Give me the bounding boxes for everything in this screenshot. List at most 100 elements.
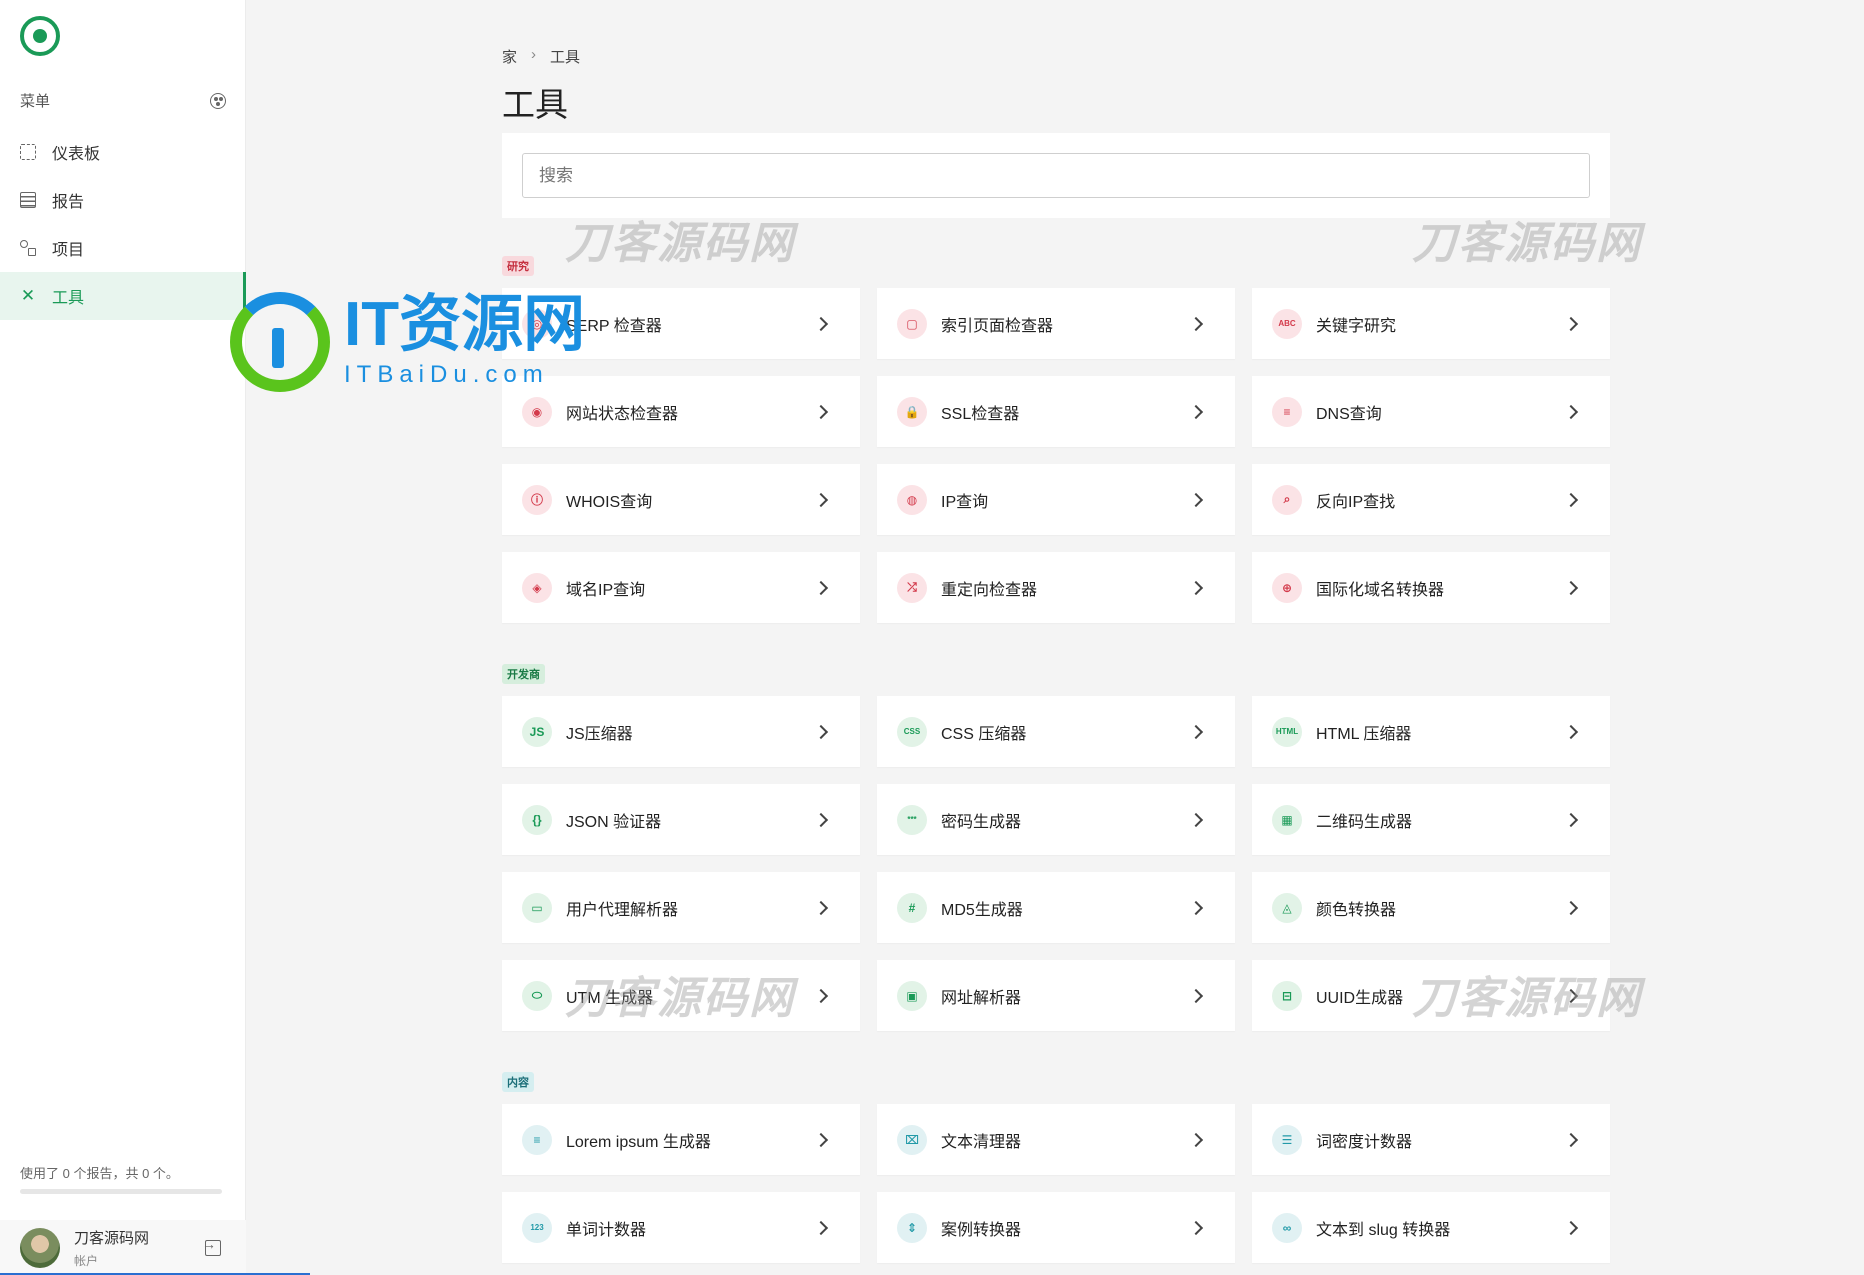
app-logo[interactable] — [20, 16, 60, 56]
tool-card-label: HTML 压缩器 — [1316, 725, 1412, 743]
tool-card[interactable]: ☰ 词密度计数器 — [1252, 1104, 1610, 1175]
globe-icon: ⊕ — [1272, 572, 1302, 603]
lock-icon: 🔒 — [897, 396, 927, 427]
chevron-right-icon — [1563, 580, 1579, 595]
tool-card[interactable]: ≡ Lorem ipsum 生成器 — [502, 1104, 860, 1175]
chevron-right-icon — [813, 724, 829, 739]
tool-card[interactable]: HTML HTML 压缩器 — [1252, 696, 1610, 767]
sidebar-item-reports[interactable]: 报告 — [0, 176, 246, 224]
sidebar-item-label: 工具 — [52, 290, 85, 307]
page-title: 工具 — [502, 86, 568, 123]
sidebar: 菜单 仪表板 报告 项目 ✕ 工具 使用了 0 个报告，共 0 个。 刀客源码网… — [0, 0, 310, 1275]
chevron-right-icon — [1188, 724, 1204, 739]
server-icon: ≡ — [1272, 396, 1302, 427]
tool-card[interactable]: 🔒 SSL检查器 — [877, 376, 1235, 447]
avatar[interactable] — [20, 1227, 60, 1268]
brand-sub-text: ITBaiDu.com — [344, 361, 549, 388]
tool-card[interactable]: ≡ DNS查询 — [1252, 376, 1610, 447]
chevron-right-icon: › — [531, 46, 537, 63]
sidebar-nav: 仪表板 报告 项目 ✕ 工具 — [0, 128, 246, 320]
tool-card[interactable]: ▣ 网址解析器 — [877, 960, 1235, 1031]
tool-card[interactable]: ⤮ 重定向检查器 — [877, 552, 1235, 623]
tool-card[interactable]: ∞ 文本到 slug 转换器 — [1252, 1192, 1610, 1263]
chevron-right-icon — [1563, 724, 1579, 739]
tool-card[interactable]: ▢ 索引页面检查器 — [877, 288, 1235, 359]
sidebar-item-label: 报告 — [52, 194, 85, 211]
search-icon: ⌕ — [1272, 484, 1302, 515]
tool-card[interactable]: ⓘ WHOIS查询 — [502, 464, 860, 535]
logout-icon[interactable] — [202, 1236, 221, 1256]
tool-card[interactable]: ⊕ 国际化域名转换器 — [1252, 552, 1610, 623]
chevron-right-icon — [813, 812, 829, 827]
password-icon: *** — [897, 804, 927, 835]
tool-card[interactable]: ⌕ 反向IP查找 — [1252, 464, 1610, 535]
tool-card[interactable]: {} JSON 验证器 — [502, 784, 860, 855]
chevron-right-icon — [1188, 988, 1204, 1003]
list-icon — [20, 192, 36, 208]
tool-card-label: 域名IP查询 — [566, 581, 646, 599]
tool-card-label: WHOIS查询 — [566, 493, 653, 511]
tool-card[interactable]: ⌧ 文本清理器 — [877, 1104, 1235, 1175]
account-subtitle: 帐户 — [74, 1253, 99, 1268]
section-tag-research: 研究 — [502, 256, 534, 276]
tool-card-label: Lorem ipsum 生成器 — [566, 1133, 711, 1151]
chevron-right-icon — [1188, 1220, 1204, 1235]
chevron-right-icon — [813, 900, 829, 915]
brand-logo-icon — [230, 292, 330, 392]
tool-card[interactable]: ▭ 用户代理解析器 — [502, 872, 860, 943]
chevron-right-icon — [1188, 580, 1204, 595]
usage-text: 使用了 0 个报告，共 0 个。 — [20, 1166, 179, 1181]
chevron-right-icon — [813, 580, 829, 595]
account-panel[interactable]: 刀客源码网 帐户 — [0, 1220, 310, 1275]
chevron-right-icon — [1188, 900, 1204, 915]
target-icon: ◈ — [522, 572, 552, 603]
tool-card-label: 文本到 slug 转换器 — [1316, 1221, 1451, 1239]
tool-card-label: SERP 检查器 — [566, 317, 662, 335]
tool-card[interactable]: 123 单词计数器 — [502, 1192, 860, 1263]
shuffle-icon: ⤮ — [897, 572, 927, 603]
tool-card-label: CSS 压缩器 — [941, 725, 1027, 743]
chevron-right-icon — [1563, 900, 1579, 915]
watermark: 刀客源码网 — [565, 219, 795, 268]
tool-card[interactable]: ▦ 二维码生成器 — [1252, 784, 1610, 855]
case-icon: ⇕ — [897, 1212, 927, 1243]
browser-icon: ▭ — [522, 892, 552, 923]
chevron-right-icon — [1188, 316, 1204, 331]
tool-card[interactable]: JS JS压缩器 — [502, 696, 860, 767]
chevron-right-icon — [813, 1220, 829, 1235]
palette-icon[interactable] — [210, 92, 226, 109]
tool-card-label: IP查询 — [941, 493, 989, 511]
tool-card[interactable]: ◍ IP查询 — [877, 464, 1235, 535]
breadcrumb-current: 工具 — [550, 49, 581, 66]
index-page-icon: ▢ — [897, 308, 927, 339]
sidebar-item-projects[interactable]: 项目 — [0, 224, 246, 272]
tool-card[interactable]: CSS CSS 压缩器 — [877, 696, 1235, 767]
tool-card[interactable]: # MD5生成器 — [877, 872, 1235, 943]
tool-card-label: 网站状态检查器 — [566, 405, 679, 423]
search-input[interactable] — [522, 153, 1590, 198]
tool-card[interactable]: ◬ 颜色转换器 — [1252, 872, 1610, 943]
grid-icon — [20, 144, 36, 160]
watermark: 刀客源码网 — [1412, 974, 1642, 1023]
breadcrumb-home[interactable]: 家 — [502, 46, 517, 67]
tool-card-label: JS压缩器 — [566, 725, 633, 743]
menu-header: 菜单 — [20, 90, 226, 111]
abc-icon: ABC — [1272, 308, 1302, 339]
link-icon: ∞ — [1272, 1212, 1302, 1243]
chevron-right-icon — [1563, 1220, 1579, 1235]
sidebar-item-label: 仪表板 — [52, 146, 101, 163]
qr-code-icon: ▦ — [1272, 804, 1302, 835]
sidebar-item-tools[interactable]: ✕ 工具 — [0, 272, 246, 320]
tool-card[interactable]: *** 密码生成器 — [877, 784, 1235, 855]
chevron-right-icon — [1188, 812, 1204, 827]
tool-card[interactable]: ABC 关键字研究 — [1252, 288, 1610, 359]
tool-card[interactable]: ⇕ 案例转换器 — [877, 1192, 1235, 1263]
tool-card[interactable]: ◈ 域名IP查询 — [502, 552, 860, 623]
tool-card-label: 索引页面检查器 — [941, 317, 1054, 335]
lines-icon: ≡ — [522, 1124, 552, 1155]
tool-card-label: 关键字研究 — [1316, 317, 1397, 335]
sidebar-item-dashboard[interactable]: 仪表板 — [0, 128, 246, 176]
url-icon: ▣ — [897, 980, 927, 1011]
tool-card-label: 文本清理器 — [941, 1133, 1022, 1151]
tool-card-label: 单词计数器 — [566, 1221, 647, 1239]
